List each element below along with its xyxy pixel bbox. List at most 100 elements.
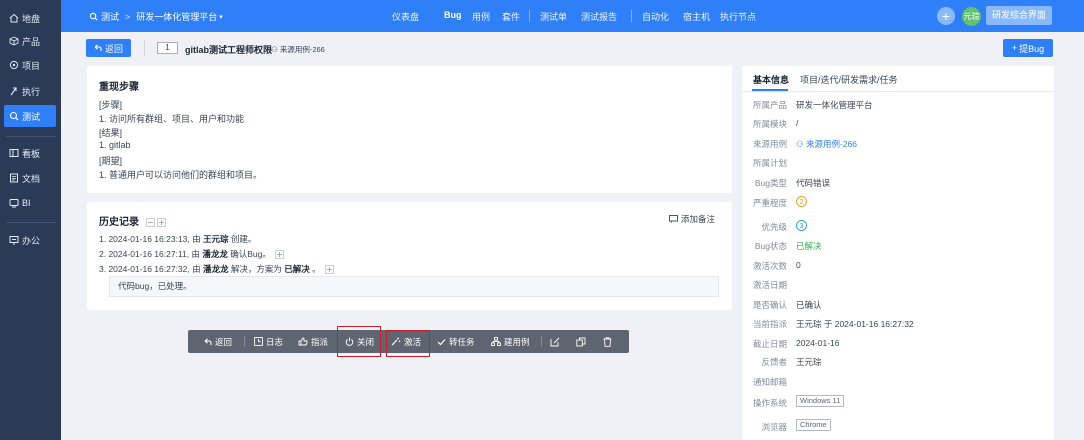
expand-all-button[interactable]: [156, 217, 166, 227]
field-source-case[interactable]: ⚇ 来源用例-266: [796, 138, 857, 150]
history-text: 。: [309, 264, 321, 274]
sidebar-item-label: 项目: [22, 60, 41, 71]
toolbar-log-label: 日志: [266, 336, 284, 347]
expand-entry-button[interactable]: [324, 265, 334, 275]
toolbar-back-button[interactable]: 返回: [204, 330, 232, 353]
tab-related-items[interactable]: 项目/迭代/研发需求/任务: [800, 73, 898, 86]
step-line: 1. gitlab: [99, 140, 131, 150]
sidebar-item-label: 执行: [22, 86, 41, 97]
history-entry: 1. 2024-01-16 16:23:13, 由 王元琮 创建。: [99, 233, 256, 245]
nav-cases[interactable]: 用例: [472, 10, 490, 23]
toolbar-divider: [541, 336, 542, 347]
field-priority: 3: [796, 220, 807, 231]
toolbar-to-task-button[interactable]: 转任务: [437, 330, 475, 353]
sidebar-item-product[interactable]: 产品: [4, 30, 56, 52]
edit-button[interactable]: [550, 330, 563, 353]
plus-icon: +: [941, 8, 951, 24]
project-icon: [8, 60, 19, 71]
nav-dashboard[interactable]: 仪表盘: [392, 10, 419, 23]
history-entry: 2. 2024-01-16 16:27:11, 由 潘龙龙 确认Bug。: [99, 248, 284, 260]
toolbar-to-task-label: 转任务: [449, 336, 475, 347]
field-product: 研发一体化管理平台: [796, 100, 873, 110]
sidebar-item-test[interactable]: 测试: [4, 105, 56, 127]
nav-automation[interactable]: 自动化: [642, 10, 669, 23]
field-label: 反馈者: [761, 357, 787, 367]
breadcrumb-module[interactable]: 测试: [101, 10, 119, 23]
field-confirmed: 已确认: [796, 300, 822, 310]
source-case-link[interactable]: ⚇ 来源用例-266: [271, 44, 325, 55]
field-label: 优先级: [761, 222, 787, 232]
sidebar-item-label: 办公: [22, 235, 41, 246]
sidebar-item-project[interactable]: 项目: [4, 54, 56, 76]
sidebar-item-bi[interactable]: BI: [4, 192, 56, 214]
field-label: 浏览器: [761, 422, 787, 432]
toolbar-divider: [244, 336, 245, 347]
portal-switch-button[interactable]: 研发综合界面: [986, 6, 1052, 25]
back-button[interactable]: 返回: [86, 39, 131, 57]
field-activation-count: 0: [796, 260, 801, 270]
history-user: 王元琮: [202, 234, 229, 244]
collapse-all-button[interactable]: [145, 217, 155, 227]
edit-icon: [550, 337, 560, 347]
bug-id-badge: 1: [157, 42, 178, 54]
history-entry: 3. 2024-01-16 16:27:32, 由 潘龙龙 解决，方案为 已解决…: [99, 263, 334, 275]
sidebar-item-execution[interactable]: 执行: [4, 80, 56, 102]
field-label: 激活次数: [752, 261, 787, 271]
case-icon: ⚇: [271, 45, 278, 54]
sidebar-item-label: 产品: [22, 36, 41, 47]
back-button-label: 返回: [104, 43, 123, 54]
delete-button[interactable]: [603, 330, 615, 353]
step-line: [期望]: [99, 156, 123, 166]
sidebar-item-kanban[interactable]: 看板: [4, 142, 56, 164]
tab-basic-info[interactable]: 基本信息: [753, 73, 789, 86]
field-assigned-to: 王元琮 于 2024-01-16 16:27:32: [796, 319, 914, 329]
back-arrow-icon: [94, 44, 102, 52]
steps-title: 重现步骤: [99, 82, 139, 93]
add-note-button[interactable]: 添加备注: [669, 213, 715, 225]
field-label: 激活日期: [752, 280, 787, 290]
field-label: Bug类型: [754, 178, 787, 188]
nav-hosts[interactable]: 宿主机: [683, 10, 710, 23]
copy-button[interactable]: [576, 330, 589, 353]
report-bug-button[interactable]: + 提Bug: [1003, 39, 1053, 57]
source-case-label: 来源用例-266: [279, 45, 325, 54]
highlight-box: [386, 330, 430, 357]
step-line: [步骤]: [99, 100, 123, 110]
run-icon: [8, 86, 19, 97]
sidebar-item-label: 文档: [22, 173, 41, 184]
breadcrumb-product-switcher[interactable]: 研发一体化管理平台: [136, 10, 217, 23]
history-card: 历史记录 添加备注 1. 2024-01-16 16:23:13, 由 王元琮 …: [87, 202, 732, 310]
history-text: 1. 2024-01-16 16:23:13, 由: [99, 234, 203, 244]
toolbar-assign-button[interactable]: 指派: [298, 330, 328, 353]
avatar[interactable]: 元琮: [962, 7, 981, 26]
field-source-case-text: 来源用例-266: [805, 139, 857, 149]
highlight-box: [337, 326, 381, 357]
toolbar-log-button[interactable]: 日志: [254, 330, 283, 353]
nav-exec-nodes[interactable]: 执行节点: [720, 10, 756, 23]
nav-testtasks[interactable]: 测试单: [540, 10, 567, 23]
search-icon: [8, 111, 19, 122]
clock-icon: [254, 337, 263, 346]
nav-suites[interactable]: 套件: [502, 10, 520, 23]
toolbar-create-case-button[interactable]: 建用例: [491, 330, 530, 353]
hand-point-icon: [298, 337, 308, 346]
sidebar-item-office[interactable]: 办公: [4, 229, 56, 251]
nav-reports[interactable]: 测试报告: [581, 10, 617, 23]
back-arrow-icon: [204, 337, 212, 346]
sidebar-item-docs[interactable]: 文档: [4, 167, 56, 189]
field-label: 严重程度: [752, 198, 787, 208]
history-text: 2. 2024-01-16 16:27:11, 由: [99, 249, 203, 259]
field-label: 所属产品: [752, 100, 787, 110]
top-navbar: 测试 > 研发一体化管理平台 ▾ 仪表盘 Bug 用例 套件 测试单 测试报告 …: [61, 0, 1084, 32]
cube-icon: [8, 36, 19, 47]
field-label: Bug状态: [754, 241, 787, 251]
sidebar-item-home[interactable]: 地盘: [4, 7, 56, 29]
breadcrumb: 测试 > 研发一体化管理平台 ▾: [89, 10, 223, 23]
quick-create-button[interactable]: +: [937, 7, 955, 25]
search-icon: [89, 12, 98, 21]
field-severity: 2: [796, 196, 807, 207]
nav-bug[interactable]: Bug: [444, 10, 462, 20]
expand-entry-button[interactable]: [274, 250, 284, 260]
sidebar-item-label: 测试: [22, 111, 41, 122]
field-deadline: 2024-01-16: [796, 338, 840, 348]
